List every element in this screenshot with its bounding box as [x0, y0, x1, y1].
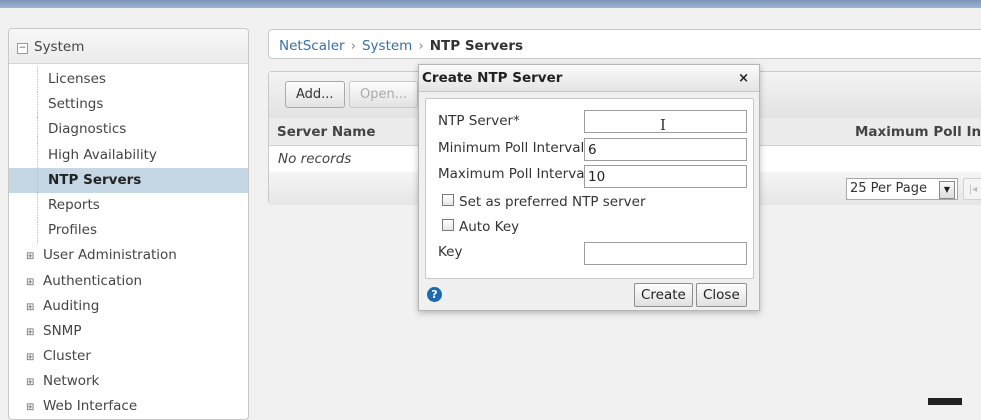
ntp-server-label: NTP Server*: [438, 113, 520, 129]
help-icon[interactable]: ?: [427, 287, 442, 302]
sidebar-item-label: Network: [43, 373, 100, 390]
dialog-title-bar: Create NTP Server ×: [419, 65, 759, 92]
sidebar-item-profiles[interactable]: Profiles: [9, 218, 248, 244]
expand-icon[interactable]: ⊞: [26, 370, 34, 395]
sidebar-item-label: Cluster: [43, 348, 91, 365]
max-poll-value: 10: [588, 169, 606, 185]
sidebar-item-label: User Administration: [43, 247, 177, 264]
sidebar-item-label: Authentication: [43, 272, 143, 289]
sidebar-item-licenses[interactable]: Licenses: [9, 67, 248, 93]
preferred-ntp-label: Set as preferred NTP server: [459, 194, 646, 210]
first-page-icon[interactable]: |◂: [963, 178, 981, 200]
sidebar-item-label: Reports: [48, 196, 100, 213]
collapse-icon[interactable]: −: [17, 43, 28, 54]
sidebar-group-web-interface[interactable]: ⊞ Web Interface: [9, 394, 248, 419]
ntp-server-input[interactable]: I: [584, 110, 747, 134]
dark-corner-element: [928, 398, 962, 405]
sidebar-item-high-availability[interactable]: High Availability: [9, 142, 248, 168]
text-cursor-icon: I: [660, 116, 666, 134]
create-button[interactable]: Create: [634, 283, 693, 307]
sidebar-group-cluster[interactable]: ⊞ Cluster: [9, 344, 248, 369]
dialog-title: Create NTP Server: [422, 70, 563, 86]
app-top-bar: [0, 0, 981, 8]
sidebar-group-authentication[interactable]: ⊞ Authentication: [9, 269, 248, 294]
sidebar-item-label: Settings: [48, 96, 104, 113]
sidebar-item-ntp-servers[interactable]: NTP Servers: [9, 167, 248, 193]
sidebar-header-system[interactable]: − System: [9, 29, 248, 64]
min-poll-label: Minimum Poll Interval: [438, 140, 585, 156]
dialog-form: NTP Server* I Minimum Poll Interval 6 Ma…: [425, 98, 754, 279]
sidebar-tree: Licenses Settings Diagnostics High Avail…: [9, 67, 248, 419]
sidebar-item-label: High Availability: [48, 146, 157, 163]
checkbox-icon[interactable]: [442, 219, 454, 231]
per-page-value: 25 Per Page: [850, 181, 927, 196]
sidebar-header-label: System: [34, 39, 85, 55]
expand-icon[interactable]: ⊞: [26, 295, 34, 320]
close-icon[interactable]: ×: [738, 66, 749, 92]
max-poll-input[interactable]: 10: [584, 165, 747, 188]
open-button[interactable]: Open...: [349, 81, 419, 108]
sidebar-item-diagnostics[interactable]: Diagnostics: [9, 117, 248, 143]
auto-key-label: Auto Key: [459, 219, 520, 235]
sidebar-item-label: Web Interface: [43, 398, 138, 415]
min-poll-input[interactable]: 6: [584, 138, 747, 161]
sidebar-item-label: Diagnostics: [48, 121, 127, 138]
per-page-select[interactable]: 25 Per Page ▼: [846, 178, 958, 200]
sidebar-item-settings[interactable]: Settings: [9, 92, 248, 118]
chevron-right-icon: ›: [418, 38, 424, 54]
column-header-server-name[interactable]: Server Name: [277, 118, 375, 146]
key-input[interactable]: [584, 242, 747, 265]
breadcrumb-current: NTP Servers: [429, 38, 524, 54]
sidebar-item-label: NTP Servers: [48, 171, 142, 188]
sidebar-group-user-administration[interactable]: ⊞ User Administration: [9, 243, 248, 268]
sidebar: − System Licenses Settings Diagnostics Hi…: [8, 28, 249, 420]
checkbox-icon[interactable]: [442, 194, 454, 206]
sidebar-item-label: Auditing: [43, 297, 100, 314]
min-poll-value: 6: [588, 142, 597, 158]
sidebar-item-reports[interactable]: Reports: [9, 192, 248, 219]
expand-icon[interactable]: ⊞: [26, 395, 34, 419]
sidebar-item-label: Profiles: [48, 222, 98, 239]
sidebar-group-network[interactable]: ⊞ Network: [9, 369, 248, 394]
dropdown-arrow-icon[interactable]: ▼: [939, 181, 955, 199]
sidebar-group-snmp[interactable]: ⊞ SNMP: [9, 319, 248, 344]
max-poll-label: Maximum Poll Interval: [438, 166, 589, 182]
sidebar-group-auditing[interactable]: ⊞ Auditing: [9, 294, 248, 319]
breadcrumb-root-link[interactable]: NetScaler: [279, 38, 345, 54]
sidebar-item-label: Licenses: [48, 71, 106, 87]
expand-icon[interactable]: ⊞: [26, 244, 34, 269]
expand-icon[interactable]: ⊞: [26, 270, 34, 295]
sidebar-item-label: SNMP: [43, 322, 82, 339]
expand-icon[interactable]: ⊞: [26, 345, 34, 370]
chevron-right-icon: ›: [350, 38, 356, 54]
key-label: Key: [438, 244, 463, 260]
create-ntp-server-dialog: Create NTP Server × NTP Server* I Minimu…: [418, 64, 760, 311]
add-button[interactable]: Add...: [285, 81, 345, 108]
expand-icon[interactable]: ⊞: [26, 320, 34, 345]
close-button[interactable]: Close: [696, 283, 747, 307]
breadcrumb: NetScaler › System › NTP Servers: [268, 29, 981, 59]
preferred-ntp-checkbox[interactable]: Set as preferred NTP server: [442, 194, 646, 210]
auto-key-checkbox[interactable]: Auto Key: [442, 219, 519, 235]
column-header-max-poll[interactable]: Maximum Poll Inte: [855, 118, 981, 146]
breadcrumb-parent-link[interactable]: System: [362, 38, 412, 54]
